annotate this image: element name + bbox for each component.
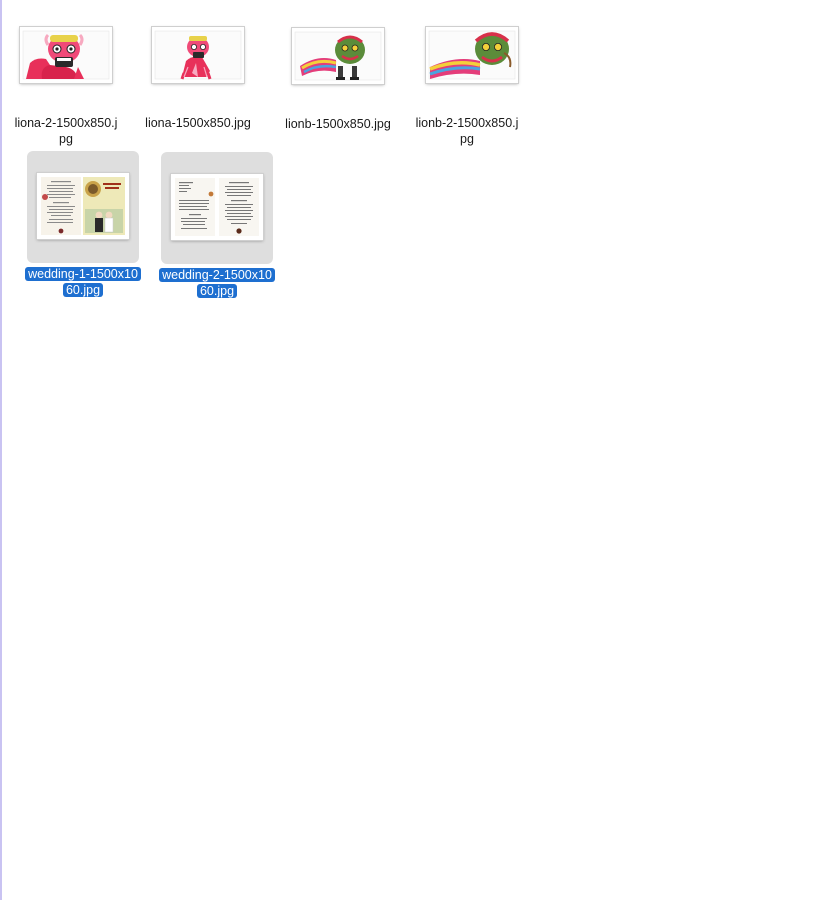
wedding-invitation-image-icon bbox=[37, 173, 129, 239]
window-left-border bbox=[0, 0, 2, 900]
file-item-liona-2[interactable]: liona-2-1500x850.j pg bbox=[6, 20, 126, 150]
selection-tile bbox=[161, 152, 273, 264]
file-name-label: liona-2-1500x850.j pg bbox=[14, 116, 118, 146]
file-item-liona[interactable]: liona-1500x850.jpg bbox=[138, 20, 258, 150]
file-item-lionb[interactable]: lionb-1500x850.jpg bbox=[278, 20, 398, 150]
selection-tile bbox=[27, 151, 139, 263]
file-name-label: lionb-2-1500x850.j pg bbox=[415, 116, 519, 146]
file-name-label: liona-1500x850.jpg bbox=[145, 116, 251, 130]
file-name-label: lionb-1500x850.jpg bbox=[285, 117, 391, 131]
file-name-label-selected: wedding-1-1500x10 60.jpg bbox=[23, 266, 143, 298]
red-lion-dance-image-icon bbox=[152, 27, 244, 83]
red-lion-dance-image-icon bbox=[20, 27, 112, 83]
finder-icon-view[interactable]: liona-2-1500x850.j pg liona-1500x850.jpg… bbox=[0, 0, 820, 900]
green-lion-dance-image-icon bbox=[292, 28, 384, 84]
file-item-wedding-1[interactable]: wedding-1-1500x10 60.jpg bbox=[23, 151, 143, 301]
green-lion-dance-image-icon bbox=[426, 27, 518, 83]
file-item-wedding-2[interactable]: wedding-2-1500x10 60.jpg bbox=[157, 152, 277, 302]
file-name-label-selected: wedding-2-1500x10 60.jpg bbox=[157, 267, 277, 299]
wedding-menu-image-icon bbox=[171, 174, 263, 240]
file-item-lionb-2[interactable]: lionb-2-1500x850.j pg bbox=[407, 20, 527, 150]
